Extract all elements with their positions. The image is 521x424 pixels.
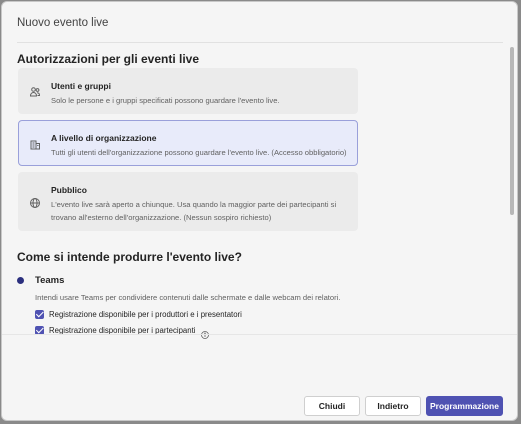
option-description: Solo le persone e i gruppi specificati p… xyxy=(51,96,280,105)
option-label: A livello di organizzazione xyxy=(51,133,157,143)
option-label: Utenti e gruppi xyxy=(51,81,111,91)
schedule-button[interactable]: Programmazione xyxy=(426,396,503,416)
option-organization-wide[interactable]: A livello di organizzazione Tutti gli ut… xyxy=(18,120,358,166)
teams-option-description: Intendi usare Teams per condividere cont… xyxy=(35,293,341,302)
option-description: Tutti gli utenti dell'organizzazione pos… xyxy=(51,148,347,157)
option-label: Pubblico xyxy=(51,185,87,195)
option-description: L'evento live sarà aperto a chiunque. Us… xyxy=(51,200,337,222)
permissions-heading: Autorizzazioni per gli eventi live xyxy=(17,52,200,66)
title-divider xyxy=(17,42,503,43)
option-users-and-groups[interactable]: Utenti e gruppi Solo le persone e i grup… xyxy=(18,68,358,114)
dialog-title: Nuovo evento live xyxy=(17,17,109,29)
teams-radio[interactable] xyxy=(17,277,24,284)
checkbox-label: Registrazione disponibile per i produtto… xyxy=(49,309,242,319)
option-public[interactable]: Pubblico L'evento live sarà aperto a chi… xyxy=(18,172,358,231)
new-live-event-dialog: Nuovo evento live Autorizzazioni per gli… xyxy=(1,1,518,421)
building-icon xyxy=(29,137,41,150)
teams-option-label: Teams xyxy=(35,275,65,286)
recording-producers-checkbox[interactable] xyxy=(35,309,44,319)
info-icon[interactable] xyxy=(200,326,209,339)
production-heading: Come si intende produrre l'evento live? xyxy=(17,250,242,264)
close-button[interactable]: Chiudi xyxy=(304,396,360,416)
globe-icon xyxy=(29,196,41,208)
scrollbar[interactable] xyxy=(510,47,514,215)
recording-producers-row[interactable]: Registrazione disponibile per i produtto… xyxy=(35,308,242,320)
back-button[interactable]: Indietro xyxy=(365,396,421,416)
people-icon xyxy=(29,85,41,97)
footer-divider xyxy=(2,334,517,335)
